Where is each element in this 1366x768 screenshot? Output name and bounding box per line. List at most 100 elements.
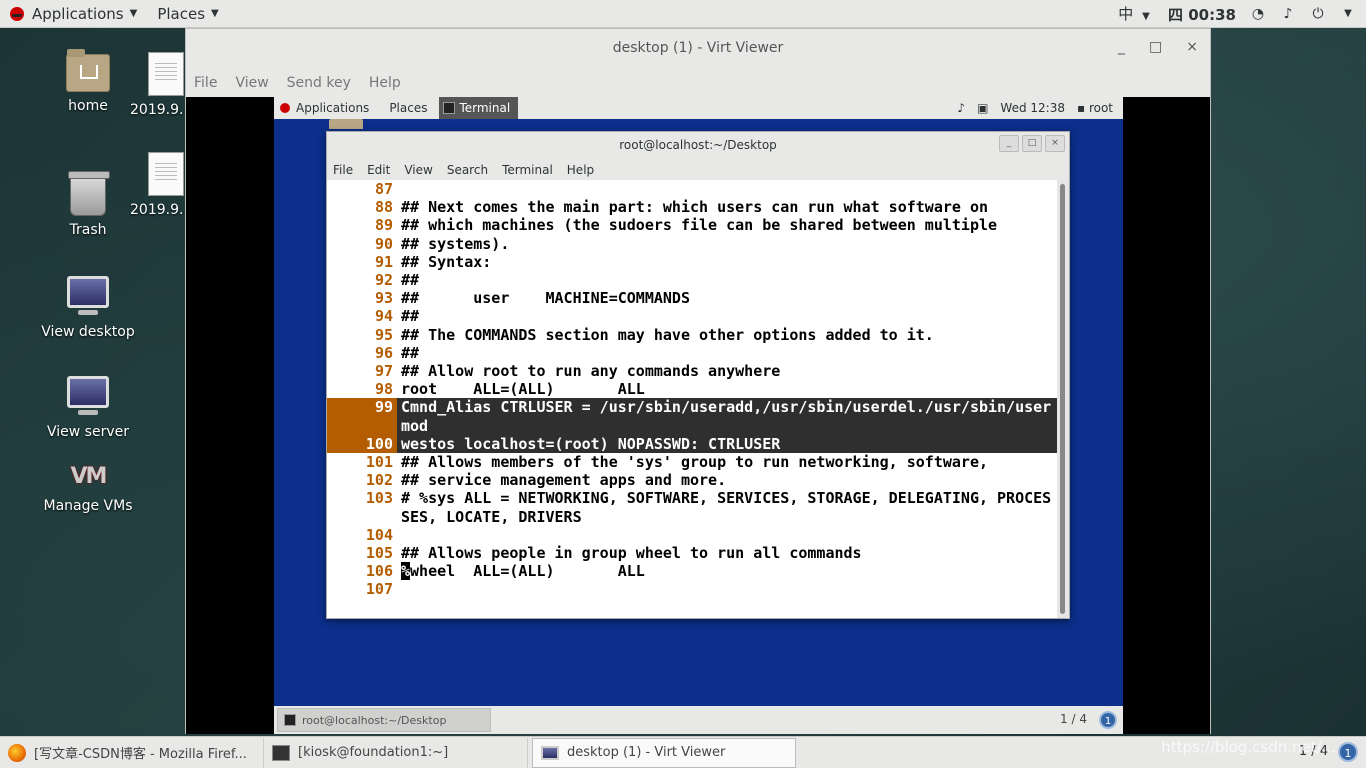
notification-badge[interactable]: 1 <box>1338 742 1358 762</box>
desktop-icon-view-server[interactable]: View server <box>33 376 143 440</box>
line-number: 102 <box>365 471 393 490</box>
taskbar-item-terminal[interactable]: [kiosk@foundation1:~] <box>264 737 528 768</box>
terminal-line: 102 ## service management apps and more. <box>327 471 1057 489</box>
terminal-line: 101 ## Allows members of the 'sys' group … <box>327 453 1057 471</box>
minimize-button[interactable]: _ <box>999 135 1019 152</box>
line-number: 90 <box>374 234 393 253</box>
window-titlebar[interactable]: desktop (1) - Virt Viewer _ □ × <box>186 29 1210 69</box>
terminal-line: 91 ## Syntax: <box>327 253 1057 271</box>
line-text: ## Next comes the main part: which users… <box>401 198 988 217</box>
taskbar-item-virt-viewer[interactable]: desktop (1) - Virt Viewer <box>532 737 796 768</box>
line-number: 104 <box>365 525 393 544</box>
line-number: 101 <box>365 453 393 471</box>
chevron-down-icon[interactable]: ▼ <box>1340 6 1356 22</box>
power-icon[interactable]: ⏻ <box>1310 6 1326 22</box>
redhat-logo-icon <box>10 6 24 21</box>
workspace-pager[interactable]: 1 / 4 <box>1060 712 1087 726</box>
taskbar-item-firefox[interactable]: [写文章-CSDN博客 - Mozilla Firef... <box>0 737 264 768</box>
line-text: westos localhost=(root) NOPASSWD: CTRLUS… <box>401 434 781 453</box>
desktop-icon-view-desktop[interactable]: View desktop <box>33 276 143 340</box>
host-status-area: 中 ▼ 四 00:38 ◔ ♪ ⏻ ▼ <box>1118 0 1356 28</box>
volume-icon[interactable]: ♪ <box>1280 6 1296 22</box>
terminal-line: SES, LOCATE, DRIVERS <box>327 508 1057 526</box>
guest-taskbar-item[interactable]: root@localhost:~/Desktop <box>277 708 491 732</box>
terminal-text-area[interactable]: 87 88 ## Next comes the main part: which u… <box>327 180 1057 618</box>
desktop-icon-label: View desktop <box>41 324 135 340</box>
scrollbar-thumb[interactable] <box>1060 184 1065 614</box>
notification-badge[interactable]: 1 <box>1099 711 1117 729</box>
line-number: 95 <box>374 325 393 344</box>
minimize-button[interactable]: _ <box>1118 39 1125 55</box>
terminal-icon <box>284 714 296 726</box>
terminal-window: root@localhost:~/Desktop _ □ × File Edit… <box>326 131 1070 619</box>
input-method-label: 中 <box>1118 5 1134 23</box>
volume-icon[interactable]: ♪ <box>957 101 965 115</box>
terminal-line: 107 <box>327 580 1057 598</box>
desktop-icon-manage-vms[interactable]: VM Manage VMs <box>33 464 143 514</box>
terminal-line: 105 ## Allows people in group wheel to ru… <box>327 544 1057 562</box>
user-menu[interactable]: ▪ root <box>1077 101 1113 115</box>
menu-file[interactable]: File <box>194 75 217 91</box>
host-top-panel: Applications ▼ Places ▼ 中 ▼ 四 00:38 ◔ ♪ … <box>0 0 1366 28</box>
user-label: root <box>1088 101 1113 115</box>
guest-places-label: Places <box>389 101 428 115</box>
terminal-menu-file[interactable]: File <box>333 163 353 177</box>
close-button[interactable]: × <box>1045 135 1065 152</box>
line-text: root ALL=(ALL) ALL <box>401 380 645 399</box>
maximize-button[interactable]: □ <box>1149 39 1162 55</box>
network-icon[interactable]: ▣ <box>977 101 988 115</box>
terminal-titlebar[interactable]: root@localhost:~/Desktop _ □ × <box>327 132 1069 158</box>
input-method-indicator[interactable]: 中 ▼ <box>1118 3 1154 25</box>
line-text: ## Allows members of the 'sys' group to … <box>401 453 988 471</box>
watermark: https://blog.csdn.net/... <box>1161 738 1336 756</box>
wifi-icon[interactable]: ◔ <box>1250 6 1266 22</box>
line-text: ## <box>401 343 420 362</box>
virt-viewer-icon <box>541 745 559 760</box>
terminal-line: 97 ## Allow root to run any commands anyw… <box>327 362 1057 380</box>
maximize-button[interactable]: □ <box>1022 135 1042 152</box>
terminal-menu-edit[interactable]: Edit <box>367 163 390 177</box>
close-button[interactable]: × <box>1186 39 1198 55</box>
terminal-menu-search[interactable]: Search <box>447 163 488 177</box>
guest-places-menu[interactable]: Places <box>383 101 433 115</box>
taskbar-item-label: [kiosk@foundation1:~] <box>298 745 449 760</box>
line-text: ## Allow root to run any commands anywhe… <box>401 362 781 380</box>
guest-active-task[interactable]: Terminal <box>439 97 519 119</box>
line-text: ## service management apps and more. <box>401 471 727 490</box>
menu-help[interactable]: Help <box>369 75 401 91</box>
guest-desktop-folder-icon[interactable] <box>329 119 363 129</box>
places-menu[interactable]: Places ▼ <box>147 0 228 28</box>
line-text: ## <box>401 307 420 326</box>
line-text-rest: wheel ALL=(ALL) ALL <box>410 562 645 581</box>
terminal-menu-view[interactable]: View <box>404 163 432 177</box>
guest-clock[interactable]: Wed 12:38 <box>1000 101 1065 115</box>
line-text: ## systems). <box>401 234 510 253</box>
guest-applications-menu[interactable]: Applications <box>274 101 375 115</box>
terminal-menu-terminal[interactable]: Terminal <box>502 163 553 177</box>
line-text: SES, LOCATE, DRIVERS <box>401 507 582 526</box>
line-text: ## The COMMANDS section may have other o… <box>401 325 934 344</box>
guest-top-panel: Applications Places Terminal ♪ ▣ Wed 12:… <box>274 97 1123 119</box>
applications-label: Applications <box>32 4 124 23</box>
line-number: 105 <box>365 544 393 562</box>
terminal-line: 103 # %sys ALL = NETWORKING, SOFTWARE, SE… <box>327 489 1057 507</box>
line-number: 106 <box>365 562 393 581</box>
applications-menu[interactable]: Applications ▼ <box>0 0 147 28</box>
line-text: ## Allows people in group wheel to run a… <box>401 544 862 562</box>
menu-view[interactable]: View <box>235 75 268 91</box>
host-clock[interactable]: 四 00:38 <box>1168 4 1236 25</box>
terminal-line: 99 Cmnd_Alias CTRLUSER = /usr/sbin/userad… <box>327 398 1057 416</box>
guest-screen[interactable]: Applications Places Terminal ♪ ▣ Wed 12:… <box>274 97 1123 734</box>
terminal-window-controls: _ □ × <box>999 135 1065 152</box>
line-number: 87 <box>374 180 393 198</box>
document-icon <box>148 152 184 196</box>
line-text: # %sys ALL = NETWORKING, SOFTWARE, SERVI… <box>401 489 1052 508</box>
line-number: 88 <box>374 198 393 217</box>
line-number: 89 <box>374 216 393 235</box>
terminal-menu-help[interactable]: Help <box>567 163 594 177</box>
menu-send-key[interactable]: Send key <box>287 75 351 91</box>
line-number: 100 <box>365 434 393 453</box>
terminal-scrollbar[interactable] <box>1057 180 1069 618</box>
line-number: 91 <box>374 252 393 271</box>
window-controls: _ □ × <box>1118 39 1198 55</box>
